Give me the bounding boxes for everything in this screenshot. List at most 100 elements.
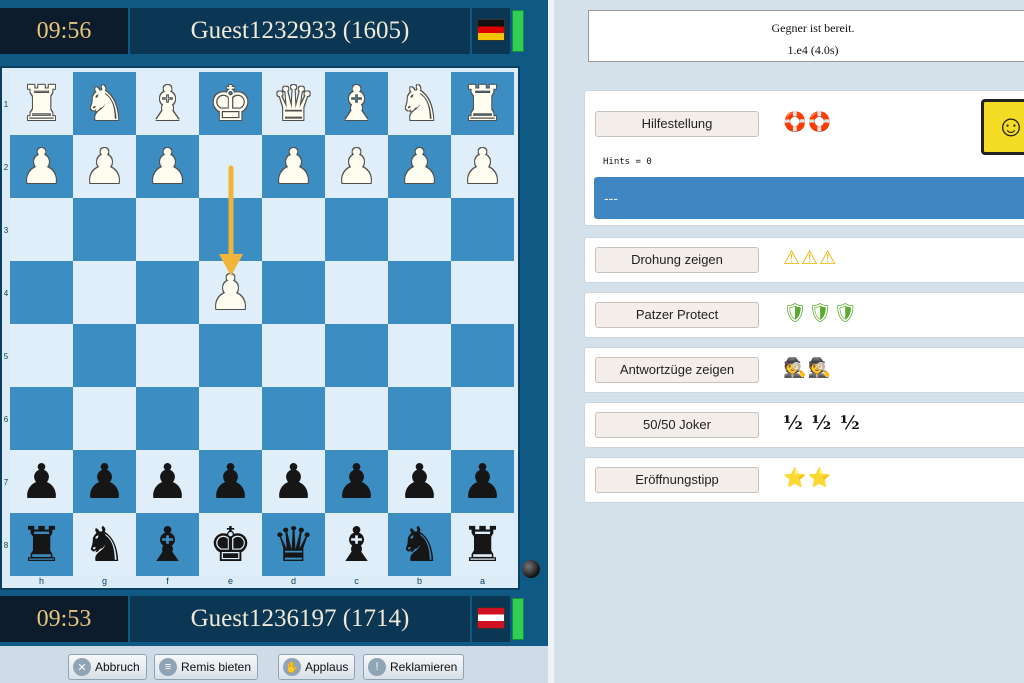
black-piece[interactable]: ♞ [83, 521, 126, 569]
board-square[interactable]: ♝ [136, 513, 199, 576]
opening-tip-button[interactable]: Eröffnungstipp [595, 467, 759, 493]
black-piece[interactable]: ♟ [335, 458, 378, 506]
claim-button[interactable]: ! Reklamieren [363, 654, 465, 680]
white-piece[interactable]: ♜ [20, 80, 63, 128]
black-piece[interactable]: ♟ [83, 458, 126, 506]
black-piece[interactable]: ♟ [272, 458, 315, 506]
black-piece[interactable]: ♟ [398, 458, 441, 506]
board-square[interactable]: ♟ [136, 450, 199, 513]
board-square[interactable] [136, 261, 199, 324]
show-threat-button[interactable]: Drohung zeigen [595, 247, 759, 273]
board-square[interactable] [325, 198, 388, 261]
board-square[interactable] [199, 387, 262, 450]
abort-button[interactable]: ✕ Abbruch [68, 654, 147, 680]
board-square[interactable] [73, 387, 136, 450]
board-square[interactable]: ♟ [388, 135, 451, 198]
board-square[interactable] [262, 324, 325, 387]
black-piece[interactable]: ♟ [20, 458, 63, 506]
applause-button[interactable]: ✋ Applaus [278, 654, 356, 680]
board-square[interactable]: ♞ [73, 513, 136, 576]
board-square[interactable] [199, 135, 262, 198]
board-square[interactable]: ♟ [262, 135, 325, 198]
board-square[interactable] [136, 198, 199, 261]
opponent-name[interactable]: Guest1232933 (1605) [130, 8, 470, 54]
board-square[interactable] [199, 198, 262, 261]
board-square[interactable]: ♞ [73, 72, 136, 135]
board-square[interactable] [388, 387, 451, 450]
white-piece[interactable]: ♟ [83, 143, 126, 191]
white-piece[interactable]: ♟ [146, 143, 189, 191]
board-square[interactable]: ♞ [388, 513, 451, 576]
board-square[interactable]: ♚ [199, 72, 262, 135]
board-square[interactable] [325, 261, 388, 324]
board-square[interactable] [73, 324, 136, 387]
board-square[interactable]: ♟ [325, 135, 388, 198]
board-square[interactable] [10, 387, 73, 450]
board-square[interactable]: ♜ [451, 513, 514, 576]
board-square[interactable] [199, 324, 262, 387]
black-piece[interactable]: ♜ [20, 521, 63, 569]
board-square[interactable]: ♟ [262, 450, 325, 513]
white-piece[interactable]: ♞ [83, 80, 126, 128]
player-name[interactable]: Guest1236197 (1714) [130, 596, 470, 642]
board-square[interactable]: ♝ [325, 72, 388, 135]
white-piece[interactable]: ♚ [209, 80, 252, 128]
black-piece[interactable]: ♛ [272, 521, 315, 569]
board-square[interactable] [10, 198, 73, 261]
board-square[interactable] [262, 261, 325, 324]
board-square[interactable] [451, 387, 514, 450]
board-square[interactable] [388, 261, 451, 324]
board-square[interactable]: ♜ [451, 72, 514, 135]
board-square[interactable] [136, 324, 199, 387]
board-square[interactable]: ♛ [262, 513, 325, 576]
board-square[interactable] [325, 387, 388, 450]
board-square[interactable]: ♟ [199, 261, 262, 324]
white-piece[interactable]: ♟ [20, 143, 63, 191]
board-square[interactable] [73, 198, 136, 261]
board-square[interactable]: ♟ [325, 450, 388, 513]
board-square[interactable] [10, 261, 73, 324]
chessboard[interactable]: ♜ ♞ ♝ ♚ ♛ ♝ ♞ ♜ ♟ ♟ ♟ ♟ ♟ ♟ ♟ ♟ ♟ ♟ ♟ ♟ ♟ ♟ ♟ ♟ ♜ ♞ ♝ ♚ ♛ ♝ ♞ ♜ [10, 72, 514, 576]
board-square[interactable]: ♜ [10, 513, 73, 576]
board-square[interactable] [451, 198, 514, 261]
board-square[interactable]: ♚ [199, 513, 262, 576]
white-piece[interactable]: ♝ [335, 80, 378, 128]
white-piece[interactable]: ♟ [335, 143, 378, 191]
board-square[interactable]: ♟ [388, 450, 451, 513]
black-piece[interactable]: ♞ [398, 521, 441, 569]
black-piece[interactable]: ♝ [335, 521, 378, 569]
white-piece[interactable]: ♛ [272, 80, 315, 128]
board-square[interactable]: ♟ [136, 135, 199, 198]
board-square[interactable]: ♝ [325, 513, 388, 576]
board-square[interactable]: ♟ [73, 450, 136, 513]
black-piece[interactable]: ♟ [461, 458, 504, 506]
board-square[interactable]: ♟ [451, 450, 514, 513]
joker-button[interactable]: 50/50 Joker [595, 412, 759, 438]
board-square[interactable]: ♜ [10, 72, 73, 135]
black-piece[interactable]: ♜ [461, 521, 504, 569]
black-piece[interactable]: ♟ [209, 458, 252, 506]
white-piece[interactable]: ♞ [398, 80, 441, 128]
black-piece[interactable]: ♚ [209, 521, 252, 569]
board-options-knob[interactable] [522, 560, 540, 578]
white-piece[interactable]: ♟ [272, 143, 315, 191]
hint-button[interactable]: Hilfestellung [595, 111, 759, 137]
patzer-protect-button[interactable]: Patzer Protect [595, 302, 759, 328]
board-square[interactable]: ♞ [388, 72, 451, 135]
board-square[interactable] [262, 198, 325, 261]
white-piece[interactable]: ♟ [398, 143, 441, 191]
board-square[interactable]: ♟ [10, 450, 73, 513]
board-square[interactable]: ♛ [262, 72, 325, 135]
black-piece[interactable]: ♝ [146, 521, 189, 569]
board-square[interactable] [73, 261, 136, 324]
board-square[interactable]: ♝ [136, 72, 199, 135]
show-replies-button[interactable]: Antwortzüge zeigen [595, 357, 759, 383]
board-square[interactable] [136, 387, 199, 450]
board-square[interactable] [10, 324, 73, 387]
board-square[interactable]: ♟ [73, 135, 136, 198]
white-piece[interactable]: ♜ [461, 80, 504, 128]
board-square[interactable] [451, 261, 514, 324]
board-square[interactable]: ♟ [199, 450, 262, 513]
board-square[interactable] [388, 324, 451, 387]
white-piece[interactable]: ♟ [209, 269, 252, 317]
